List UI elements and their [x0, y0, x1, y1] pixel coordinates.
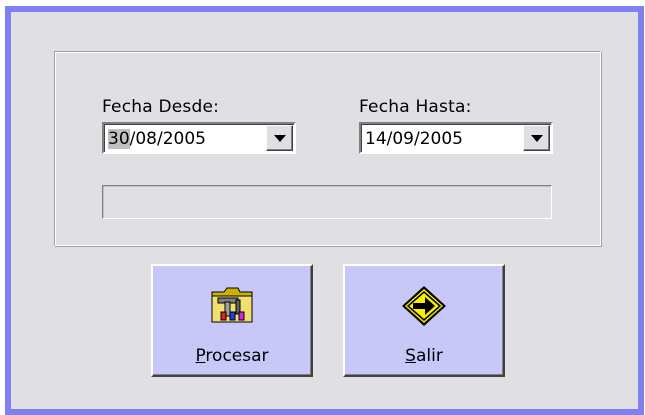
dialog-frame: Fecha Desde: 30/08/2005 Fecha Hasta: 14/…: [5, 6, 644, 415]
exit-arrow-sign-icon: [400, 284, 448, 332]
date-range-group: Fecha Desde: 30/08/2005 Fecha Hasta: 14/…: [54, 51, 601, 246]
fecha-hasta-dropdown-button[interactable]: [523, 125, 550, 151]
fecha-hasta-label: Fecha Hasta:: [359, 97, 472, 117]
procesar-mnemonic: P: [195, 346, 206, 366]
fecha-hasta-value[interactable]: 14/09/2005: [365, 129, 463, 149]
progress-bar: [102, 185, 552, 219]
salir-label: Salir: [345, 346, 503, 366]
window: Fecha Desde: 30/08/2005 Fecha Hasta: 14/…: [0, 0, 645, 415]
fecha-desde-day-selected[interactable]: 30: [108, 129, 130, 149]
salir-button[interactable]: Salir: [343, 264, 505, 377]
fecha-desde-rest: /08/2005: [129, 129, 206, 149]
salir-label-rest: alir: [415, 346, 443, 366]
chevron-down-icon: [274, 135, 286, 142]
fecha-desde-dropdown-button[interactable]: [266, 125, 293, 151]
procesar-label: Procesar: [153, 346, 311, 366]
fecha-desde-picker[interactable]: 30/08/2005: [102, 122, 296, 154]
fecha-desde-value[interactable]: 30/08/2005: [108, 129, 206, 149]
chevron-down-icon: [531, 135, 543, 142]
salir-mnemonic: S: [405, 346, 416, 366]
fecha-desde-label: Fecha Desde:: [102, 97, 220, 117]
fecha-hasta-picker[interactable]: 14/09/2005: [359, 122, 553, 154]
tools-folder-icon: [210, 284, 254, 328]
procesar-button[interactable]: Procesar: [151, 264, 313, 377]
procesar-label-rest: rocesar: [205, 346, 269, 366]
